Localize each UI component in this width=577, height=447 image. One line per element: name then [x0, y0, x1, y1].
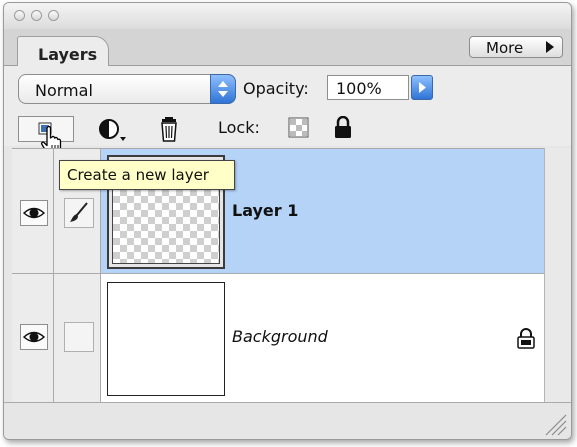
opacity-value: 100% [336, 79, 382, 98]
tab-layers[interactable]: Layers [17, 36, 109, 66]
link-cell [54, 274, 101, 403]
layer-options-bar: Normal Opacity: 100% Lock: [4, 66, 571, 155]
minimize-button[interactable] [31, 10, 42, 21]
brush-edit-toggle[interactable] [64, 198, 94, 228]
resize-grip-icon[interactable] [540, 409, 568, 437]
eye-icon [22, 207, 46, 219]
eye-icon [22, 331, 46, 343]
visibility-cell [12, 149, 54, 273]
title-bar[interactable] [4, 3, 571, 29]
visibility-toggle[interactable] [20, 200, 48, 226]
layer-thumbnail [107, 282, 225, 396]
lock-transparency-icon[interactable] [287, 116, 311, 140]
blend-mode-value: Normal [35, 81, 93, 100]
tab-layers-label: Layers [38, 45, 98, 64]
palette-footer [4, 402, 571, 439]
tooltip-text: Create a new layer [67, 166, 209, 184]
trash-icon[interactable] [156, 116, 182, 144]
lock-label: Lock: [218, 118, 260, 137]
close-button[interactable] [14, 10, 25, 21]
more-button[interactable]: More [469, 36, 563, 58]
opacity-field[interactable]: 100% [327, 75, 409, 100]
layer-row-background[interactable]: Background [12, 273, 544, 403]
lock-all-icon[interactable] [332, 116, 354, 140]
tooltip: Create a new layer [59, 160, 235, 190]
layers-palette-window: Layers More Normal Opacity: 100% Lock: L… [3, 2, 572, 440]
opacity-label: Opacity: [243, 79, 309, 98]
right-arrow-icon [546, 41, 554, 53]
visibility-cell [12, 274, 54, 403]
opacity-slider-button[interactable] [411, 75, 433, 100]
more-button-label: More [486, 39, 524, 57]
link-toggle[interactable] [64, 322, 94, 352]
paintbrush-icon [70, 202, 88, 222]
adjustment-layer-icon[interactable] [96, 116, 130, 144]
layer-name: Background [232, 327, 328, 346]
vertical-scrollbar[interactable] [544, 148, 571, 402]
lock-icon [517, 328, 535, 349]
layer-name: Layer 1 [232, 201, 299, 220]
zoom-button[interactable] [48, 10, 59, 21]
visibility-toggle[interactable] [20, 324, 48, 350]
up-down-arrows-icon[interactable] [210, 74, 236, 104]
blend-mode-select[interactable]: Normal [18, 74, 236, 104]
